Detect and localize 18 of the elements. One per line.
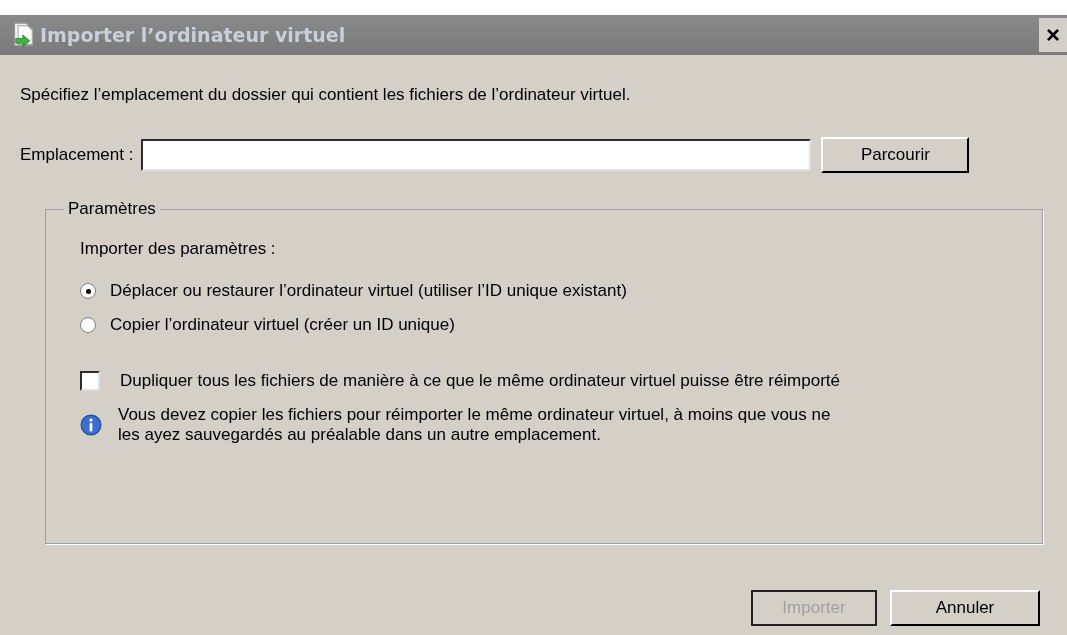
group-title: Paramètres [67, 199, 157, 219]
browse-button[interactable]: Parcourir [821, 137, 970, 173]
location-label: Emplacement : [20, 145, 134, 165]
info-icon [80, 414, 102, 436]
radio-label[interactable]: Copier l’ordinateur virtuel (créer un ID unique) [110, 315, 455, 335]
location-field[interactable] [141, 139, 812, 171]
close-button[interactable]: × [1039, 18, 1067, 52]
info-text: Vous devez copier les fichiers pour réimporter le même ordinateur virtuel, à moins que vous ne les ayez sauvegardés au préalable dans un autre emplacement. [118, 405, 832, 445]
import-settings-label: Importer des paramètres : [80, 239, 277, 259]
checkbox-label[interactable]: Dupliquer tous les fichiers de manière à ce que le même ordinateur virtuel puisse être réimporté [120, 371, 841, 391]
radio-button[interactable] [80, 317, 96, 333]
checkbox[interactable] [80, 371, 100, 391]
document-arrow-icon [12, 22, 36, 48]
radio-button[interactable] [80, 283, 96, 299]
window-title: Importer l’ordinateur virtuel [40, 24, 347, 46]
dialog-button[interactable]: Annuler [890, 590, 1040, 626]
radio-label[interactable]: Déplacer ou restaurer l’ordinateur virtuel (utiliser l’ID unique existant) [110, 281, 627, 301]
instruction-text: Spécifiez l’emplacement du dossier qui contient les fichiers de l’ordinateur virtuel. [20, 85, 632, 105]
